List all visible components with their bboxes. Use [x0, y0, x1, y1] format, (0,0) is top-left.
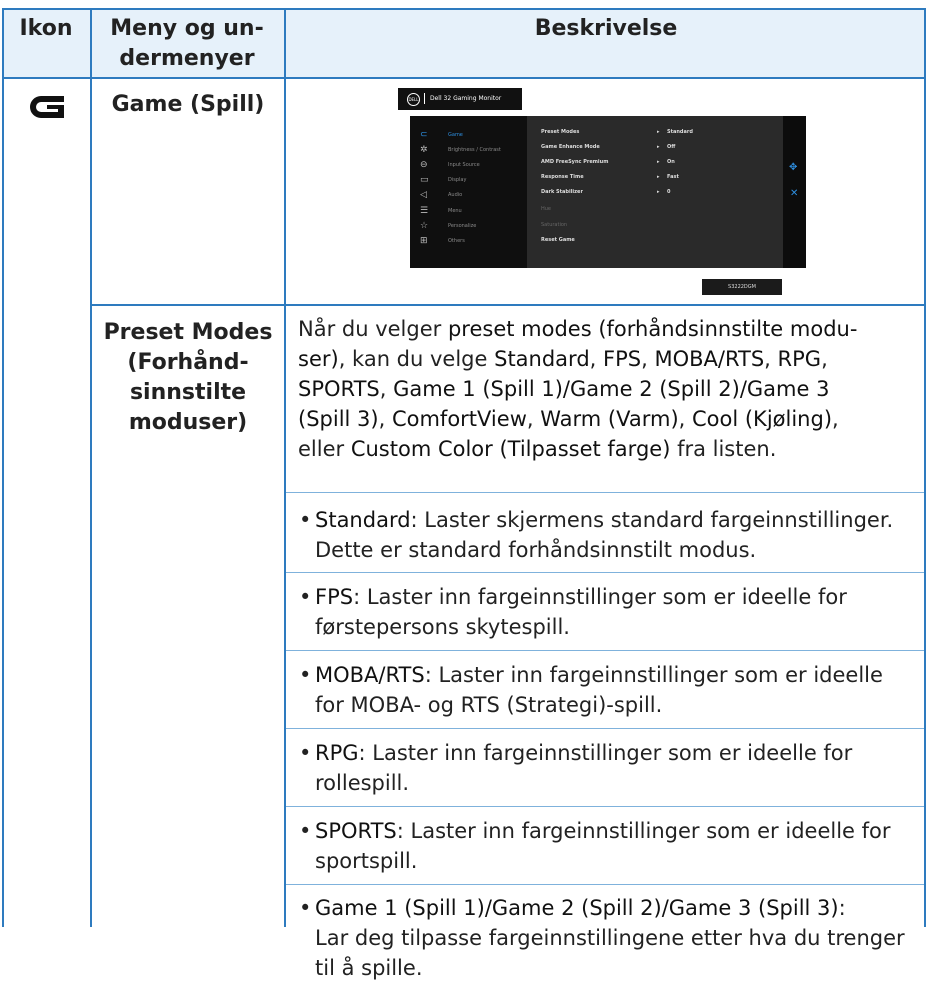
menu-preset-line1: Preset Modes — [103, 320, 273, 345]
game-icon: ⊂ — [420, 130, 428, 140]
osd-menu-item-personalize[interactable]: ☆ Personalize — [410, 219, 527, 235]
bullet-dot: • — [299, 663, 312, 687]
border-right — [924, 9, 926, 927]
osd-title: Dell 32 Gaming Monitor — [430, 95, 502, 102]
bullet-fps: • FPS: Laster inn fargeinnstillinger som … — [299, 582, 847, 642]
preset-intro-paragraph: Når du velger preset modes (forhåndsinns… — [298, 317, 858, 461]
header-icon-col: Ikon — [19, 16, 73, 41]
header-menu-col-line1: Meny og un- — [110, 16, 264, 41]
bullet-rpg-line2: rollespill. — [315, 771, 410, 795]
bullet-moba: • MOBA/RTS: Laster inn fargeinnstillinger… — [299, 660, 883, 720]
chevron-right-icon: ▸ — [657, 159, 660, 165]
osd-menu-item-display[interactable]: ▭ Display — [410, 173, 527, 189]
osd-menu-item-input[interactable]: ⊖ Input Source — [410, 158, 527, 174]
divider-intro — [286, 492, 924, 493]
divider-b3 — [286, 728, 924, 729]
bullet-dot: • — [299, 741, 312, 765]
menu-preset-line4: moduser) — [128, 410, 248, 435]
osd-menu-item-game[interactable]: ⊂ Game — [410, 128, 527, 144]
chevron-right-icon: ▸ — [657, 129, 660, 135]
border-col2 — [284, 9, 286, 927]
osd-option-dark-stabilizer[interactable]: Dark Stabilizer ▸ 0 — [541, 189, 781, 195]
osd-model-label: S3222DGM — [702, 279, 782, 295]
dell-logo-icon: DELL — [407, 93, 420, 106]
divider-b4 — [286, 806, 924, 807]
settings-table: Ikon Meny og un- dermenyer Beskrivelse G… — [2, 0, 926, 980]
bullet-dot: • — [299, 508, 312, 532]
audio-icon: ◁ — [420, 190, 427, 200]
osd-option-hue: Hue — [541, 206, 552, 212]
header-desc-col: Beskrivelse — [534, 16, 678, 41]
bullet-game123-line3: til å spille. — [315, 956, 423, 980]
osd-option-freesync[interactable]: AMD FreeSync Premium ▸ On — [541, 159, 781, 165]
chevron-right-icon: ▸ — [657, 189, 660, 195]
osd-option-reset-game[interactable]: Reset Game — [541, 237, 781, 243]
star-icon: ☆ — [420, 221, 429, 231]
chevron-right-icon: ▸ — [657, 144, 660, 150]
menu-icon: ☰ — [420, 206, 429, 216]
border-row1-bottom — [90, 304, 926, 306]
header-menu-col-line2: dermenyer — [119, 46, 255, 71]
osd-screenshot: DELL Dell 32 Gaming Monitor ⊂ Game ✲ Brigh… — [398, 88, 806, 295]
osd-nav-column: ✥ ✕ — [783, 116, 806, 268]
osd-title-separator — [424, 93, 425, 104]
osd-option-saturation: Saturation — [541, 222, 568, 228]
border-col1 — [90, 9, 92, 927]
border-header-bottom — [2, 77, 926, 79]
divider-b5 — [286, 884, 924, 885]
brightness-icon: ✲ — [420, 145, 428, 155]
divider-b2 — [286, 650, 924, 651]
bullet-sports-line2: sportspill. — [315, 849, 418, 873]
menu-game-label: Game (Spill) — [111, 92, 265, 117]
osd-title-bar: DELL Dell 32 Gaming Monitor — [398, 88, 522, 110]
bullet-game123-line2: Lar deg tilpasse fargeinnstillingene ett… — [315, 926, 905, 950]
input-icon: ⊖ — [420, 160, 428, 170]
bullet-game123: • Game 1 (Spill 1)/Game 2 (Spill 2)/Game … — [299, 893, 905, 983]
joystick-icon[interactable]: ✥ — [789, 162, 797, 173]
bullet-dot: • — [299, 585, 312, 609]
bullet-sports: • SPORTS: Laster inn fargeinnstillinger s… — [299, 816, 891, 876]
osd-menu-item-brightness[interactable]: ✲ Brightness / Contrast — [410, 143, 527, 159]
border-top — [2, 8, 926, 10]
menu-preset-line3: sinnstilte — [129, 380, 247, 405]
border-left — [2, 9, 4, 927]
menu-preset-modes-label: Preset Modes (Forhånd- sinnstilte moduse… — [92, 318, 284, 438]
display-icon: ▭ — [420, 175, 429, 185]
osd-panel: ⊂ Game ✲ Brightness / Contrast ⊖ Input Sour… — [410, 116, 806, 268]
game-g-icon — [30, 96, 64, 118]
bullet-rpg: • RPG: Laster inn fargeinnstillinger som … — [299, 738, 852, 798]
bullet-standard: • Standard: Laster skjermens standard far… — [299, 505, 893, 565]
bullet-fps-line2: førstepersons skytespill. — [315, 615, 570, 639]
bullet-moba-line2: for MOBA- og RTS (Strategi)-spill. — [315, 693, 663, 717]
bullet-dot: • — [299, 896, 312, 920]
osd-option-game-enhance[interactable]: Game Enhance Mode ▸ Off — [541, 144, 781, 150]
close-icon[interactable]: ✕ — [790, 188, 798, 199]
bullet-dot: • — [299, 819, 312, 843]
osd-option-preset-modes[interactable]: Preset Modes ▸ Standard — [541, 129, 781, 135]
osd-menu-list: ⊂ Game ✲ Brightness / Contrast ⊖ Input Sour… — [410, 116, 527, 268]
osd-menu-item-menu[interactable]: ☰ Menu — [410, 204, 527, 220]
divider-b1 — [286, 572, 924, 573]
header-menu-col: Meny og un- dermenyer — [92, 14, 282, 74]
menu-preset-line2: (Forhånd- — [127, 350, 249, 375]
others-icon: ⊞ — [420, 236, 428, 246]
bullet-standard-line2: Dette er standard forhåndsinnstilt modus… — [315, 538, 757, 562]
osd-menu-item-others[interactable]: ⊞ Others — [410, 234, 527, 250]
osd-option-response-time[interactable]: Response Time ▸ Fast — [541, 174, 781, 180]
osd-menu-item-audio[interactable]: ◁ Audio — [410, 188, 527, 204]
osd-options: Preset Modes ▸ Standard Game Enhance Mode ▸… — [527, 116, 783, 268]
chevron-right-icon: ▸ — [657, 174, 660, 180]
